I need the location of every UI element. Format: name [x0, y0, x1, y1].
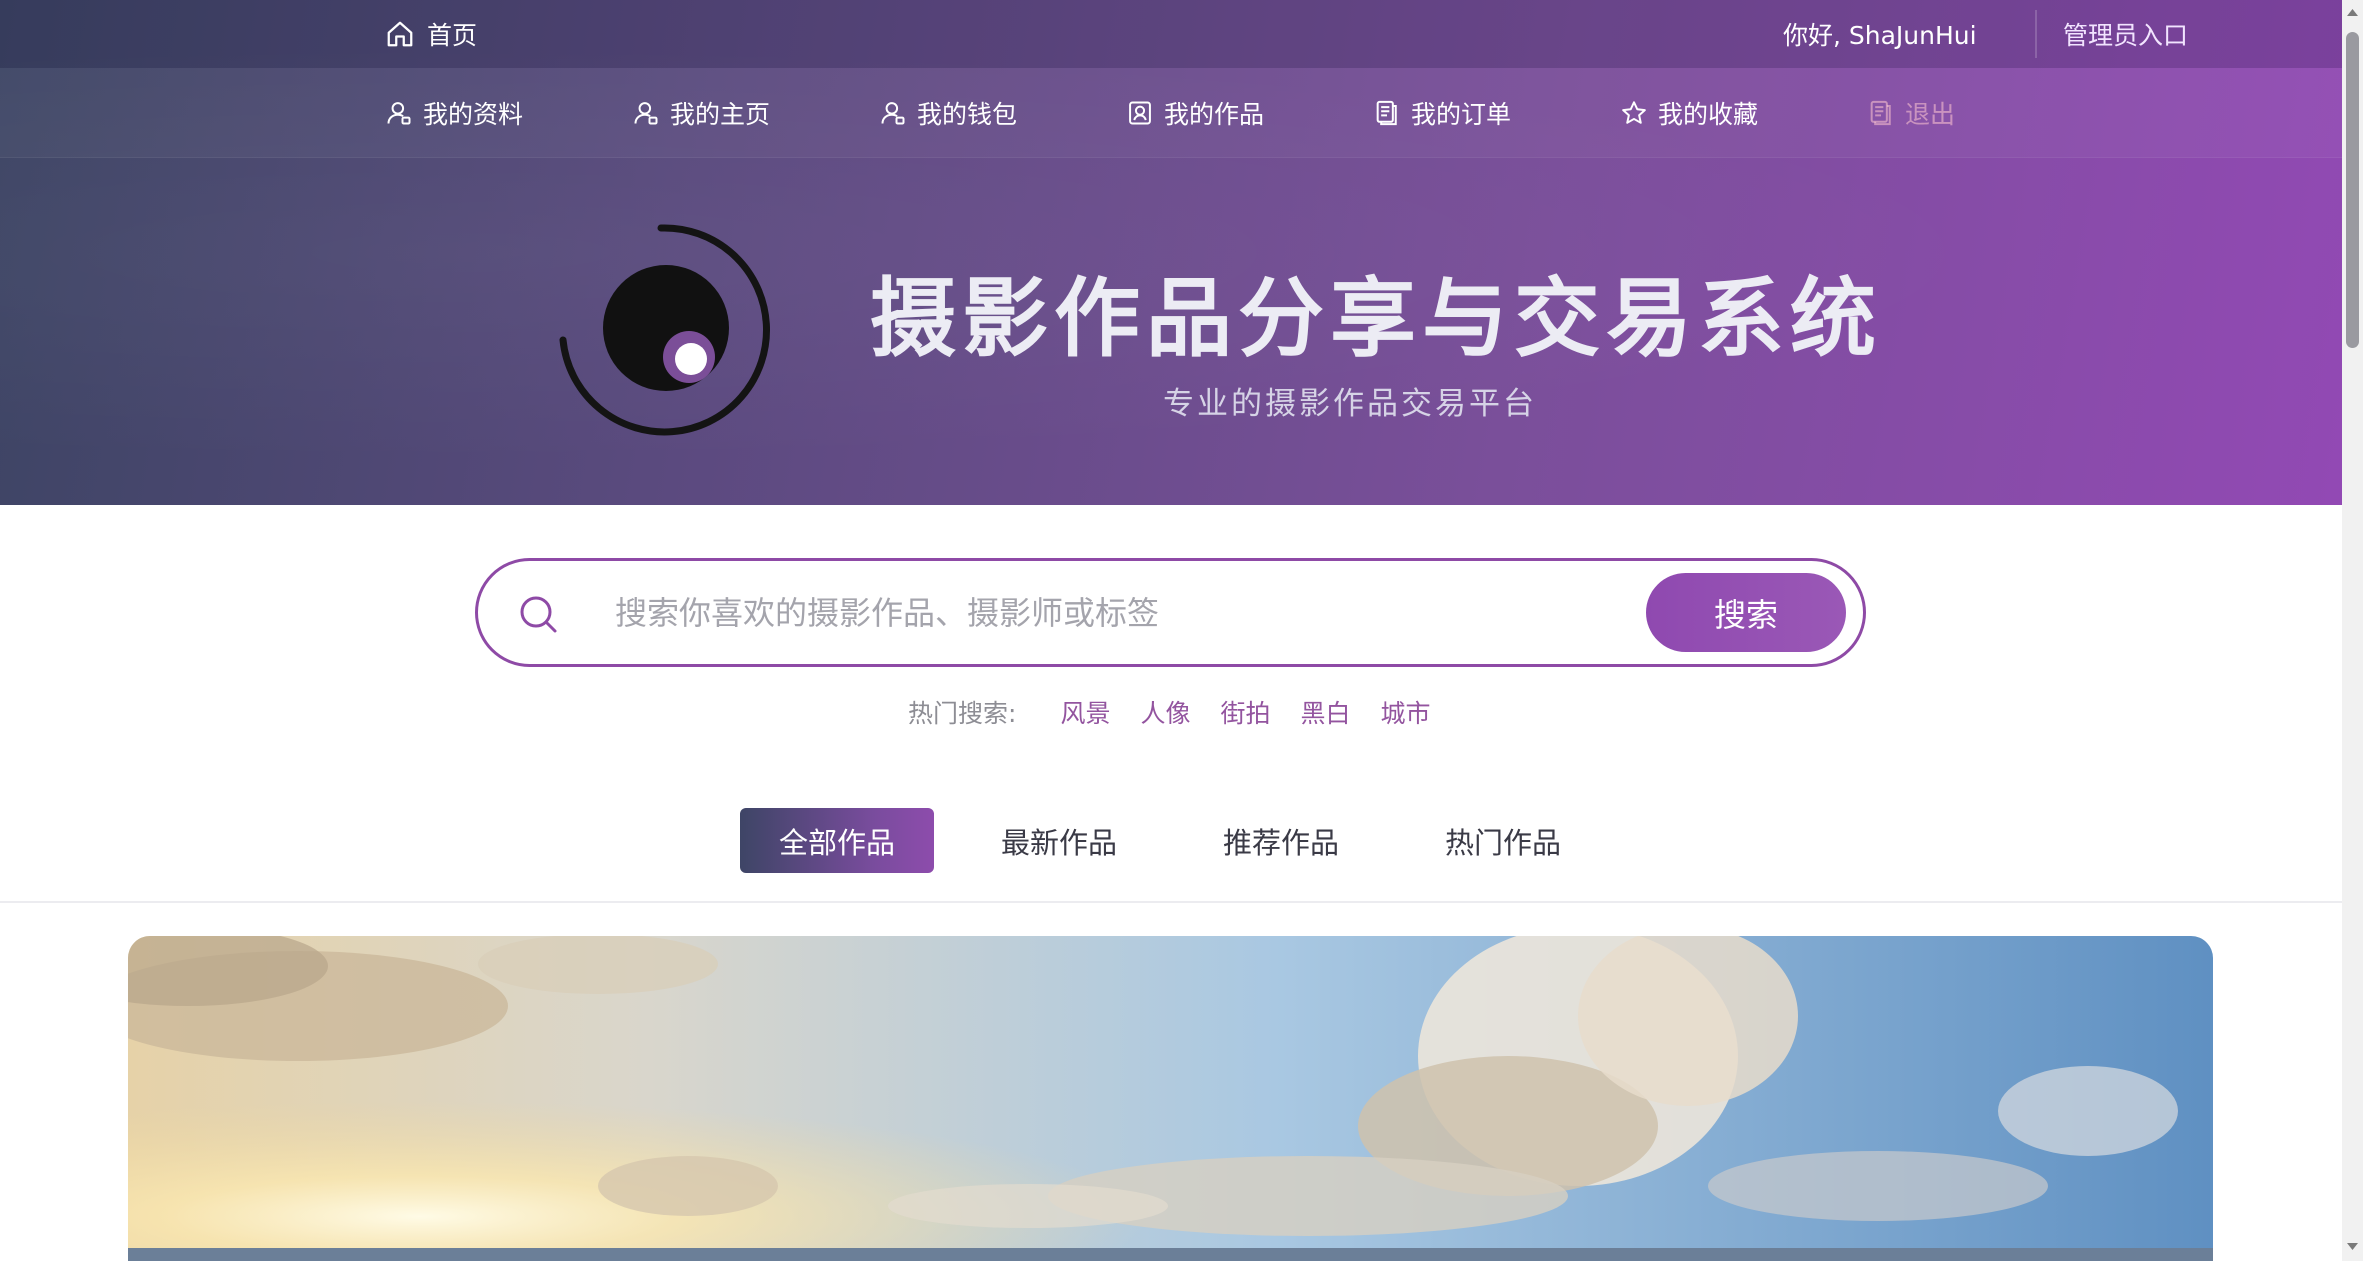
nav-item-wallet[interactable]: 我的钱包: [879, 92, 1017, 134]
site-logo: [559, 224, 770, 436]
works-tabs: 全部作品 最新作品 推荐作品 热门作品: [0, 795, 2342, 903]
home-link[interactable]: 首页: [385, 14, 477, 54]
nav-item-orders[interactable]: 我的订单: [1373, 92, 1511, 134]
nav-item-label: 我的主页: [670, 100, 771, 129]
document-icon: [1376, 100, 1397, 126]
tab-latest-works[interactable]: 最新作品: [962, 808, 1156, 873]
scrollbar-thumb[interactable]: [2346, 32, 2359, 348]
nav-item-label: 我的作品: [1164, 100, 1265, 129]
hot-tag[interactable]: 人像: [1140, 694, 1190, 730]
nav-item-favorites[interactable]: 我的收藏: [1620, 92, 1758, 134]
user-icon: [387, 102, 411, 125]
hot-search-label: 热门搜索:: [908, 699, 1017, 728]
nav-item-logout[interactable]: 退出: [1867, 92, 1955, 134]
tab-all-works[interactable]: 全部作品: [740, 808, 934, 873]
search-icon: [520, 596, 557, 633]
search-input[interactable]: [613, 583, 1483, 643]
top-bar: 首页 你好, ShaJunHui 管理员入口: [0, 0, 2342, 68]
nav-item-label: 我的钱包: [917, 100, 1018, 129]
nav-item-label: 退出: [1905, 100, 1956, 129]
tab-popular-works[interactable]: 热门作品: [1406, 808, 1600, 873]
hot-tag[interactable]: 街拍: [1220, 694, 1270, 730]
header-banner: 首页 你好, ShaJunHui 管理员入口 我的资料 我的主页 我的钱包 我的…: [0, 0, 2342, 505]
home-label: 首页: [427, 21, 478, 50]
search-box: 搜索: [475, 558, 1866, 667]
nav-item-label: 我的订单: [1411, 100, 1512, 129]
topbar-divider: [2035, 10, 2037, 58]
user-icon: [634, 102, 658, 125]
nav-item-homepage[interactable]: 我的主页: [632, 92, 770, 134]
nav-item-profile[interactable]: 我的资料: [385, 92, 523, 134]
user-greeting: 你好, ShaJunHui: [1783, 21, 1977, 50]
hot-search: 热门搜索: 风景 人像 街拍 黑白 城市: [908, 692, 1461, 732]
hero-subtitle: 专业的摄影作品交易平台: [1163, 386, 1537, 422]
nav-item-label: 我的资料: [423, 100, 524, 129]
vertical-scrollbar[interactable]: [2342, 0, 2363, 1261]
featured-photo: [128, 936, 2213, 1261]
hot-tag[interactable]: 黑白: [1300, 694, 1350, 730]
admin-entry-link[interactable]: 管理员入口: [2063, 14, 2188, 54]
nav-item-label: 我的收藏: [1658, 100, 1759, 129]
featured-photo-banner[interactable]: [128, 936, 2213, 1261]
star-icon: [1622, 101, 1646, 124]
user-nav-bar: 我的资料 我的主页 我的钱包 我的作品 我的订单 我的收藏 退出: [0, 68, 2342, 158]
tab-recommended-works[interactable]: 推荐作品: [1184, 808, 1378, 873]
hot-tag[interactable]: 城市: [1381, 694, 1431, 730]
hero-title: 摄影作品分享与交易系统: [870, 269, 1882, 369]
page: 首页 你好, ShaJunHui 管理员入口 我的资料 我的主页 我的钱包 我的…: [0, 0, 2363, 1261]
document-icon: [1870, 100, 1891, 126]
hot-tag[interactable]: 风景: [1060, 694, 1110, 730]
user-icon: [881, 102, 905, 125]
nav-item-works[interactable]: 我的作品: [1126, 92, 1264, 134]
scroll-up-arrow-icon[interactable]: [2346, 6, 2359, 19]
search-button[interactable]: 搜索: [1646, 573, 1846, 652]
home-icon: [387, 21, 413, 47]
photo-frame-icon: [1129, 101, 1151, 125]
scroll-down-arrow-icon[interactable]: [2346, 1240, 2359, 1253]
